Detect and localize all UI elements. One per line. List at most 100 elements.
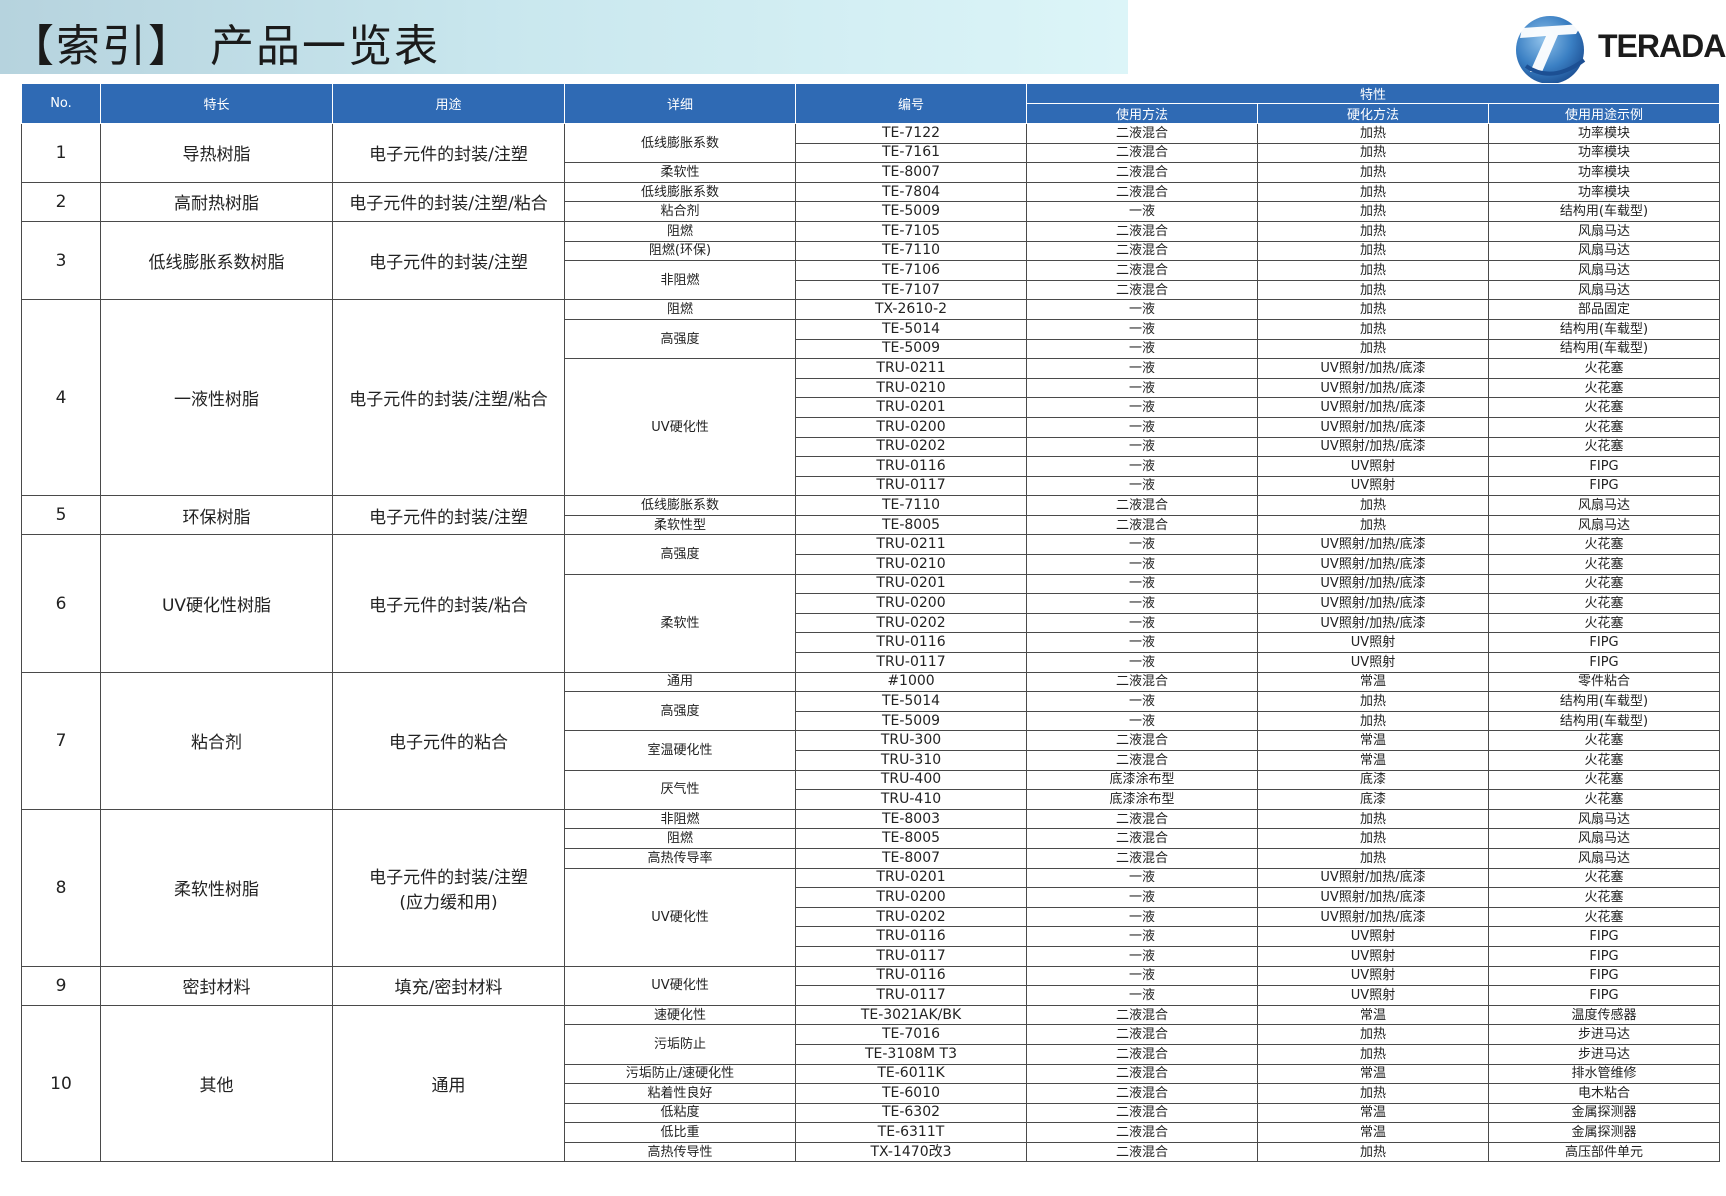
code-cell: TE-5014: [795, 318, 1027, 340]
method-cell: 二液混合: [1026, 260, 1258, 281]
feature-cell: 一液性树脂: [100, 299, 333, 497]
detail-cell: 柔软性型: [564, 514, 796, 536]
code-cell: TE-5009: [795, 201, 1027, 222]
feature-cell: 其他: [100, 1004, 333, 1163]
cure-cell: 加热: [1257, 181, 1489, 203]
cure-cell: 加热: [1257, 1043, 1489, 1065]
cure-cell: 底漆: [1257, 789, 1489, 810]
example-cell: FIPG: [1487, 985, 1721, 1006]
code-cell: TX-1470改3: [795, 1141, 1027, 1163]
use-cell: 电子元件的封装/注塑: [332, 495, 565, 536]
logo-text: TERADA: [1598, 28, 1726, 64]
table-row: 10 其他 通用 速硬化性 TE-3021AK/BK 二液混合 常温 温度传感器: [21, 1004, 1721, 1163]
method-cell: 一液: [1026, 397, 1258, 418]
code-cell: TE-6302: [795, 1102, 1027, 1124]
cure-cell: UV照射/加热/底漆: [1257, 887, 1489, 908]
detail-cell: 阻燃(环保): [564, 240, 796, 262]
method-cell: 一液: [1026, 201, 1258, 222]
cure-cell: UV照射/加热/底漆: [1257, 612, 1489, 634]
terada-swoosh-logo-icon: [1516, 16, 1586, 84]
use-cell: 通用: [332, 1004, 565, 1163]
cure-cell: 常温: [1257, 1102, 1489, 1124]
code-cell: TRU-400: [795, 769, 1027, 791]
cure-cell: 底漆: [1257, 769, 1489, 791]
detail-cell: 污垢防止/速硬化性: [564, 1063, 796, 1085]
use-cell: 电子元件的封装/粘合: [332, 534, 565, 673]
table-body: 1 导热树脂 电子元件的封装/注塑 低线膨胀系数 TE-7122 二液混合 加热 功率模块 TE…: [21, 122, 1721, 1163]
method-cell: 二液混合: [1026, 847, 1258, 869]
cure-cell: UV照射: [1257, 475, 1489, 497]
method-cell: 一液: [1026, 652, 1258, 673]
table-row: 2 高耐热树脂 电子元件的封装/注塑/粘合 低线膨胀系数 TE-7804 二液混合 加热 功率…: [21, 181, 1721, 222]
code-cell: TE-8005: [795, 828, 1027, 849]
example-cell: 功率模块: [1487, 162, 1721, 183]
detail-cell: 速硬化性: [564, 1004, 796, 1026]
method-cell: 二液混合: [1026, 1083, 1258, 1104]
row-number: 1: [21, 123, 101, 183]
method-cell: 二液混合: [1026, 808, 1258, 830]
method-cell: 一液: [1026, 710, 1258, 732]
example-cell: 火花塞: [1487, 906, 1721, 928]
method-cell: 一液: [1026, 475, 1258, 497]
table-row: 3 低线膨胀系数树脂 电子元件的封装/注塑 阻燃 TE-7105 二液混合 加热 风扇马达: [21, 220, 1721, 301]
method-cell: 一液: [1026, 926, 1258, 947]
method-cell: 一液: [1026, 985, 1258, 1006]
method-cell: 一液: [1026, 906, 1258, 928]
method-cell: 二液混合: [1026, 1102, 1258, 1124]
row-number: 9: [21, 965, 101, 1006]
code-cell: TRU-300: [795, 730, 1027, 751]
example-cell: 结构用(车载型): [1487, 691, 1721, 712]
code-cell: TRU-0211: [795, 358, 1027, 379]
method-cell: 一液: [1026, 338, 1258, 360]
example-cell: 电木粘合: [1487, 1083, 1721, 1104]
method-cell: 一液: [1026, 632, 1258, 654]
use-cell: 填充/密封材料: [332, 965, 565, 1006]
example-cell: 风扇马达: [1487, 240, 1721, 262]
example-cell: 风扇马达: [1487, 514, 1721, 536]
code-cell: TRU-0117: [795, 985, 1027, 1006]
cure-cell: 加热: [1257, 162, 1489, 183]
code-cell: TE-6311T: [795, 1122, 1027, 1143]
cure-cell: UV照射: [1257, 652, 1489, 673]
row-number: 3: [21, 220, 101, 301]
feature-cell: 高耐热树脂: [100, 181, 333, 222]
detail-cell: 污垢防止: [564, 1024, 796, 1065]
method-cell: 二液混合: [1026, 730, 1258, 751]
method-cell: 一液: [1026, 534, 1258, 556]
feature-cell: UV硬化性树脂: [100, 534, 333, 673]
example-cell: 步进马达: [1487, 1024, 1721, 1045]
method-cell: 二液混合: [1026, 220, 1258, 242]
method-cell: 二液混合: [1026, 123, 1258, 144]
method-cell: 底漆涂布型: [1026, 769, 1258, 791]
use-cell: 电子元件的封装/注塑 (应力缓和用): [332, 808, 565, 967]
example-cell: 火花塞: [1487, 789, 1721, 810]
example-cell: 火花塞: [1487, 416, 1721, 438]
detail-cell: 非阻燃: [564, 808, 796, 830]
code-cell: TE-7122: [795, 123, 1027, 144]
example-cell: 温度传感器: [1487, 1004, 1721, 1026]
col-header-properties: 特性: [1025, 83, 1721, 104]
detail-cell: UV硬化性: [564, 867, 796, 967]
example-cell: 风扇马达: [1487, 260, 1721, 281]
cure-cell: UV照射/加热/底漆: [1257, 573, 1489, 595]
code-cell: TE-5014: [795, 691, 1027, 712]
use-cell: 电子元件的粘合: [332, 671, 565, 810]
example-cell: 排水管维修: [1487, 1063, 1721, 1085]
method-cell: 一液: [1026, 965, 1258, 987]
cure-cell: 加热: [1257, 808, 1489, 830]
table-row: 1 导热树脂 电子元件的封装/注塑 低线膨胀系数 TE-7122 二液混合 加热 功率模块: [21, 122, 1721, 183]
cure-cell: UV照射/加热/底漆: [1257, 867, 1489, 889]
cure-cell: 加热: [1257, 1141, 1489, 1163]
example-cell: FIPG: [1487, 965, 1721, 987]
cure-cell: UV照射/加热/底漆: [1257, 358, 1489, 379]
example-cell: 结构用(车载型): [1487, 201, 1721, 222]
cure-cell: 常温: [1257, 750, 1489, 771]
terada-logo: TERADA: [1512, 10, 1726, 86]
code-cell: TRU-0116: [795, 456, 1027, 477]
example-cell: 火花塞: [1487, 750, 1721, 771]
feature-cell: 柔软性树脂: [100, 808, 333, 967]
example-cell: 功率模块: [1487, 142, 1721, 164]
cure-cell: UV照射/加热/底漆: [1257, 416, 1489, 438]
cure-cell: UV照射: [1257, 632, 1489, 654]
example-cell: 步进马达: [1487, 1043, 1721, 1065]
